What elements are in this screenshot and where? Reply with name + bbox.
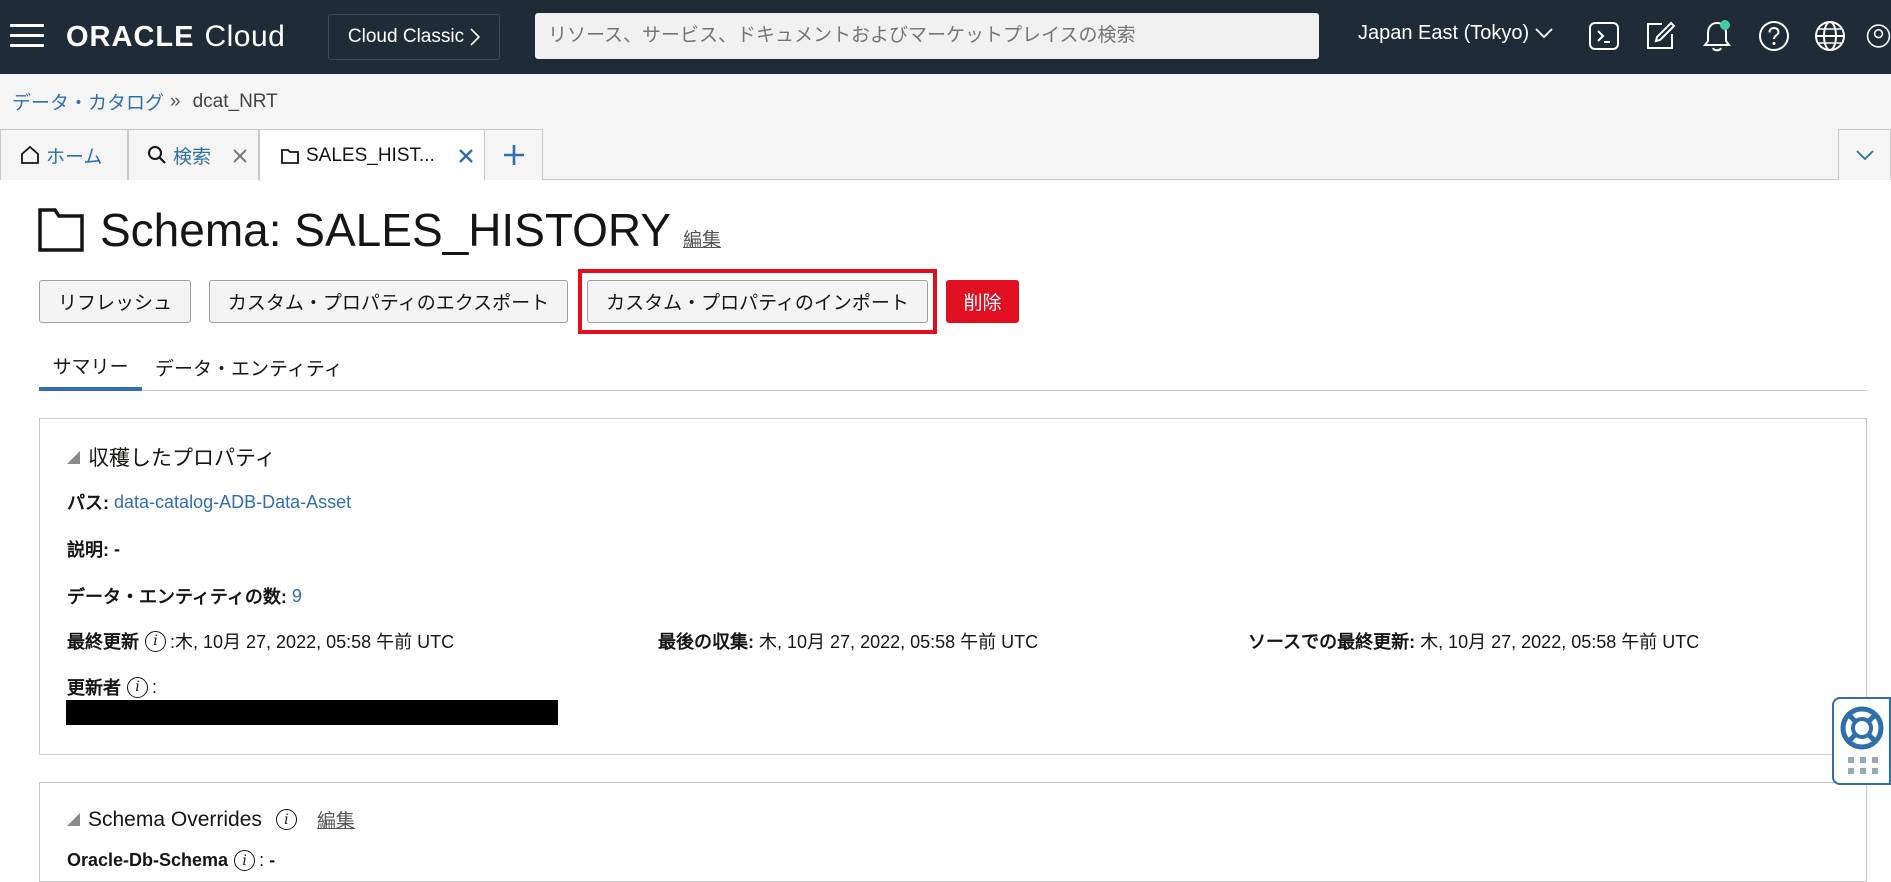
entity-count-link[interactable]: 9 bbox=[292, 586, 302, 607]
tab-search-label: 検索 bbox=[173, 146, 212, 168]
last-updated-row: 最終更新 i :木, 10月 27, 2022, 05:58 午前 UTC bbox=[67, 628, 454, 654]
tab-data-entities[interactable]: データ・エンティティ bbox=[155, 343, 343, 391]
chevron-down-icon bbox=[1855, 149, 1874, 160]
edit-schema-link[interactable]: 編集 bbox=[683, 225, 721, 252]
lifebuoy-icon bbox=[1840, 706, 1884, 750]
collapse-triangle-icon bbox=[67, 450, 80, 464]
entity-count-row: データ・エンティティの数: 9 bbox=[67, 583, 302, 609]
add-tab-button[interactable] bbox=[484, 129, 543, 180]
last-collected-label: 最後の収集: bbox=[658, 632, 754, 652]
code-editor-icon[interactable] bbox=[1642, 18, 1678, 54]
page-title: Schema: SALES_HISTORY bbox=[100, 204, 672, 256]
breadcrumb-separator: » bbox=[170, 90, 181, 112]
cloud-classic-button[interactable]: Cloud Classic bbox=[328, 14, 500, 60]
search-input[interactable] bbox=[535, 13, 1319, 59]
menu-icon[interactable] bbox=[10, 24, 44, 48]
refresh-button[interactable]: リフレッシュ bbox=[39, 280, 191, 323]
plus-icon bbox=[503, 145, 524, 165]
detail-tabs: サマリー データ・エンティティ bbox=[39, 343, 1867, 391]
breadcrumb-current: dcat_NRT bbox=[192, 90, 278, 112]
harvested-properties-title: 収穫したプロパティ bbox=[88, 447, 276, 470]
workspace-tab-bar: ホーム 検索 SALES_HIST... bbox=[0, 129, 1891, 181]
folder-icon bbox=[281, 148, 299, 164]
schema-overrides-title: Schema Overrides bbox=[88, 807, 262, 831]
region-label: Japan East (Tokyo) bbox=[1358, 22, 1530, 44]
tab-home[interactable]: ホーム bbox=[0, 129, 128, 180]
collapse-triangle-icon bbox=[67, 813, 80, 826]
info-icon[interactable]: i bbox=[145, 630, 166, 652]
tab-overflow-button[interactable] bbox=[1838, 129, 1891, 180]
cloud-classic-label: Cloud Classic bbox=[347, 26, 465, 47]
home-icon bbox=[21, 145, 39, 164]
source-updated-label: ソースでの最終更新: bbox=[1248, 632, 1416, 652]
schema-folder-icon bbox=[38, 208, 84, 252]
last-updated-value: :木, 10月 27, 2022, 05:58 午前 UTC bbox=[170, 632, 455, 652]
schema-overrides-heading[interactable]: Schema Overrides i 編集 bbox=[67, 806, 355, 833]
close-tab-icon[interactable] bbox=[458, 148, 474, 164]
last-updated-label: 最終更新 bbox=[67, 632, 139, 652]
grid-dots-icon bbox=[1848, 757, 1878, 774]
tab-summary[interactable]: サマリー bbox=[39, 343, 142, 391]
tab-home-label: ホーム bbox=[46, 146, 103, 168]
description-row: 説明: - bbox=[67, 536, 120, 562]
updated-by-separator: : bbox=[152, 676, 158, 697]
breadcrumb-data-catalog-link[interactable]: データ・カタログ bbox=[12, 88, 164, 115]
source-updated-value: 木, 10月 27, 2022, 05:58 午前 UTC bbox=[1420, 632, 1700, 652]
updated-by-row: 更新者 i : bbox=[67, 674, 157, 700]
brand-text: ORACLE bbox=[66, 21, 195, 53]
description-value: - bbox=[114, 538, 121, 559]
help-widget[interactable] bbox=[1832, 697, 1891, 785]
cloud-shell-icon[interactable] bbox=[1586, 18, 1622, 54]
entity-count-label: データ・エンティティの数: bbox=[67, 587, 287, 607]
path-row: パス: data-catalog-ADB-Data-Asset bbox=[67, 489, 351, 515]
chevron-down-icon bbox=[1535, 28, 1553, 39]
last-collected-row: 最後の収集: 木, 10月 27, 2022, 05:58 午前 UTC bbox=[658, 628, 1038, 654]
notifications-icon[interactable] bbox=[1699, 18, 1735, 54]
delete-button[interactable]: 削除 bbox=[946, 280, 1019, 323]
info-icon[interactable]: i bbox=[275, 809, 297, 830]
updated-by-label: 更新者 bbox=[67, 678, 121, 698]
source-updated-row: ソースでの最終更新: 木, 10月 27, 2022, 05:58 午前 UTC bbox=[1248, 628, 1699, 654]
language-icon[interactable] bbox=[1812, 18, 1848, 54]
profile-icon[interactable] bbox=[1866, 18, 1891, 54]
tab-search[interactable]: 検索 bbox=[128, 129, 259, 180]
product-text: Cloud bbox=[204, 20, 286, 53]
info-icon[interactable]: i bbox=[127, 676, 148, 698]
harvested-properties-heading[interactable]: 収穫したプロパティ bbox=[67, 442, 276, 472]
last-collected-value: 木, 10月 27, 2022, 05:58 午前 UTC bbox=[759, 632, 1039, 652]
export-custom-properties-button[interactable]: カスタム・プロパティのエクスポート bbox=[209, 280, 568, 323]
description-label: 説明: bbox=[67, 540, 109, 560]
oracle-cloud-logo[interactable]: ORACLE Cloud bbox=[66, 20, 285, 54]
redacted-updated-by-value bbox=[66, 700, 558, 725]
breadcrumb: データ・カタログ » dcat_NRT bbox=[0, 74, 1891, 129]
import-custom-properties-button[interactable]: カスタム・プロパティのインポート bbox=[587, 280, 928, 323]
edit-overrides-link[interactable]: 編集 bbox=[317, 806, 355, 833]
region-selector[interactable]: Japan East (Tokyo) bbox=[1358, 22, 1553, 45]
help-icon[interactable] bbox=[1756, 18, 1792, 54]
tab-sales-history-label: SALES_HIST... bbox=[306, 144, 435, 166]
close-tab-icon[interactable] bbox=[232, 148, 248, 164]
search-icon bbox=[148, 146, 166, 164]
top-navigation-bar: ORACLE Cloud Cloud Classic Japan East (T… bbox=[0, 0, 1891, 74]
path-label: パス: bbox=[67, 493, 109, 513]
tab-sales-history[interactable]: SALES_HIST... bbox=[259, 129, 485, 181]
path-link[interactable]: data-catalog-ADB-Data-Asset bbox=[114, 492, 351, 513]
chevron-right-icon bbox=[470, 28, 481, 46]
